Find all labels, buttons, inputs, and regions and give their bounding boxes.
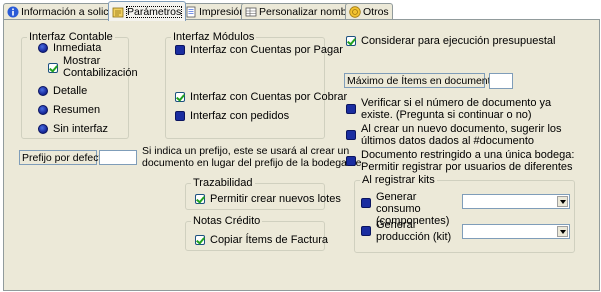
checkbox-indicator[interactable] <box>346 104 356 114</box>
generar-produccion-select[interactable] <box>462 224 570 239</box>
checkbox-indicator[interactable] <box>175 45 185 55</box>
maximo-items-label: Máximo de Ítems en documento <box>344 73 496 88</box>
checkbox-label: Copiar Ítems de Factura <box>210 234 328 246</box>
group-title: Trazabilidad <box>191 177 255 189</box>
checkbox-cuentas-por-pagar[interactable]: Interfaz con Cuentas por Pagar <box>175 44 343 56</box>
checkbox-crear-lotes[interactable]: Permitir crear nuevos lotes <box>195 193 341 205</box>
checkbox-generar-produccion[interactable]: Generar producción (kit) <box>361 219 456 243</box>
checkbox-indicator[interactable] <box>361 198 371 208</box>
tab-otros[interactable]: Otros <box>345 3 393 19</box>
tab-label: Otros <box>363 5 389 18</box>
interfaz-contable-group: Interfaz Contable Inmediata Mostrar Cont… <box>21 31 138 139</box>
radio-detalle[interactable]: Detalle <box>38 85 87 97</box>
checkbox-label: Al crear un nuevo documento, sugerir los… <box>361 123 562 147</box>
table-icon <box>245 7 257 16</box>
checkbox-label: Permitir crear nuevos lotes <box>210 193 341 205</box>
checkbox-label: Interfaz con Cuentas por Cobrar <box>190 91 348 103</box>
chevron-down-icon[interactable] <box>557 196 568 207</box>
prefijo-label: Prefijo por defecto <box>19 150 107 165</box>
checkbox-ejecucion-presupuestal[interactable]: Considerar para ejecución presupuestal <box>346 35 555 47</box>
tab-parametros[interactable]: Parámetros <box>108 1 187 21</box>
group-title: Al registrar kits <box>360 174 437 186</box>
prefijo-note-line1: Si indica un prefijo, este se usará al c… <box>142 145 350 157</box>
checkbox-label: Mostrar Contabilización <box>63 55 138 79</box>
checkbox-copiar-items[interactable]: Copiar Ítems de Factura <box>195 234 328 246</box>
document-icon <box>186 6 196 17</box>
checkbox-indicator[interactable] <box>346 130 356 140</box>
radio-inmediata[interactable]: Inmediata <box>38 42 101 54</box>
checkbox-indicator[interactable] <box>48 63 58 73</box>
checkbox-label: Interfaz con Cuentas por Pagar <box>190 44 343 56</box>
radio-indicator[interactable] <box>38 124 48 134</box>
checkbox-label: Generar producción (kit) <box>376 219 452 243</box>
checkbox-indicator[interactable] <box>195 235 205 245</box>
radio-resumen[interactable]: Resumen <box>38 104 100 116</box>
checkbox-cuentas-por-cobrar[interactable]: Interfaz con Cuentas por Cobrar <box>175 91 347 103</box>
trazabilidad-group: Trazabilidad Permitir crear nuevos lotes <box>185 177 341 210</box>
radio-label: Resumen <box>53 104 101 116</box>
radio-indicator[interactable] <box>38 86 48 96</box>
interfaz-modulos-group: Interfaz Módulos Interfaz con Cuentas po… <box>165 31 347 139</box>
checkbox-sugerir-datos[interactable]: Al crear un nuevo documento, sugerir los… <box>346 123 583 147</box>
checkbox-verificar-numero[interactable]: Verificar si el número de documento ya e… <box>346 97 583 121</box>
tab-impresion[interactable]: Impresión <box>181 3 250 19</box>
parameters-icon <box>112 7 124 17</box>
checkbox-indicator[interactable] <box>346 36 356 46</box>
radio-label: Inmediata <box>53 42 102 54</box>
maximo-items-input[interactable] <box>489 73 513 89</box>
checkbox-indicator[interactable] <box>175 92 185 102</box>
tab-label: Impresión <box>199 5 246 18</box>
checkbox-mostrar-contabilizacion[interactable]: Mostrar Contabilización <box>48 55 138 79</box>
parametros-panel: Interfaz Contable Inmediata Mostrar Cont… <box>3 19 600 291</box>
radio-sin-interfaz[interactable]: Sin interfaz <box>38 123 108 135</box>
tab-label: Parámetros <box>126 5 183 18</box>
checkbox-pedidos[interactable]: Interfaz con pedidos <box>175 110 289 122</box>
checkbox-indicator[interactable] <box>361 226 371 236</box>
radio-indicator[interactable] <box>38 105 48 115</box>
checkbox-indicator[interactable] <box>175 111 185 121</box>
group-title: Notas Crédito <box>191 215 263 227</box>
checkbox-label: Verificar si el número de documento ya e… <box>361 97 552 121</box>
checkbox-indicator[interactable] <box>346 156 356 166</box>
radio-label: Detalle <box>53 85 88 97</box>
checkbox-label: Considerar para ejecución presupuestal <box>361 35 556 47</box>
group-title: Interfaz Módulos <box>171 31 257 43</box>
info-icon <box>7 6 19 17</box>
generar-consumo-select[interactable] <box>462 194 570 209</box>
chevron-down-icon[interactable] <box>557 226 568 237</box>
prefijo-note-line2: documento en lugar del prefijo de la bod… <box>142 157 362 169</box>
radio-indicator[interactable] <box>38 43 48 53</box>
notas-credito-group: Notas Crédito Copiar Ítems de Factura <box>185 215 328 251</box>
radio-label: Sin interfaz <box>53 123 109 135</box>
checkbox-indicator[interactable] <box>195 194 205 204</box>
prefijo-input[interactable] <box>99 150 137 165</box>
tab-strip: Información a solicitar Parámetros Impre… <box>0 0 601 21</box>
checkbox-label: Interfaz con pedidos <box>190 110 290 122</box>
registrar-kits-group: Al registrar kits Generar consumo (compo… <box>354 174 575 253</box>
coin-icon <box>349 5 361 18</box>
